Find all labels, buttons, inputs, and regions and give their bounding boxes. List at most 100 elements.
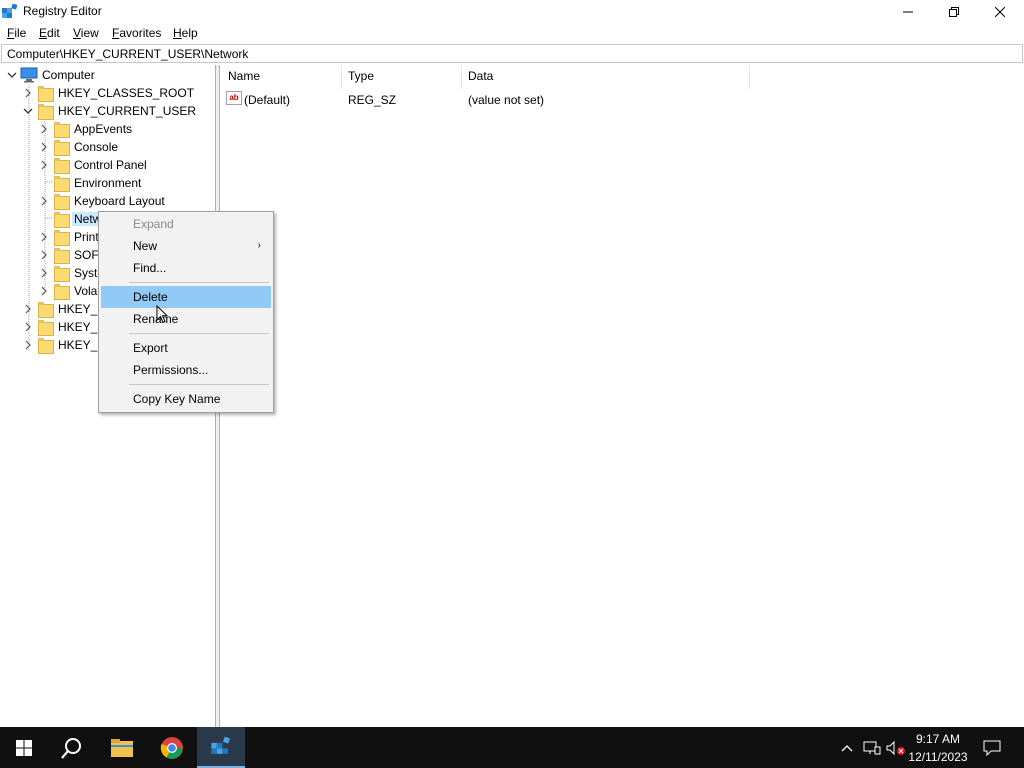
folder-icon: [54, 176, 70, 192]
tree-item-control-panel[interactable]: Control Panel: [0, 156, 215, 174]
folder-icon: [54, 158, 70, 174]
window-title: Registry Editor: [23, 4, 102, 18]
column-divider[interactable]: [461, 65, 462, 89]
chevron-right-icon[interactable]: [23, 322, 33, 332]
chevron-right-icon[interactable]: [39, 268, 49, 278]
title-bar: Registry Editor: [0, 0, 1024, 23]
tree-item-appevents[interactable]: AppEvents: [0, 120, 215, 138]
chevron-right-icon[interactable]: [23, 304, 33, 314]
notifications-icon[interactable]: [978, 727, 1006, 768]
minimize-button[interactable]: [885, 0, 931, 23]
tree-item-hkey-current-user[interactable]: HKEY_CURRENT_USER: [0, 102, 215, 120]
menu-item-expand[interactable]: Expand: [101, 213, 271, 235]
file-explorer-icon: [111, 738, 133, 757]
address-bar[interactable]: Computer\HKEY_CURRENT_USER\Network: [1, 44, 1023, 63]
clock-date: 12/11/2023: [908, 750, 968, 764]
menu-item-export[interactable]: Export: [101, 337, 271, 359]
value-type: REG_SZ: [348, 93, 397, 107]
clock-time: 9:17 AM: [915, 732, 961, 746]
minimize-icon: [903, 11, 913, 12]
menu-file[interactable]: File: [7, 26, 26, 40]
folder-icon: [54, 230, 70, 246]
tree-label: Keyboard Layout: [74, 194, 165, 208]
chevron-right-icon[interactable]: [39, 196, 49, 206]
chevron-down-icon[interactable]: [23, 106, 33, 116]
folder-icon: [38, 338, 54, 354]
column-header-data[interactable]: Data: [468, 69, 493, 87]
tree-label: Control Panel: [74, 158, 147, 172]
start-button[interactable]: [0, 727, 48, 768]
folder-icon: [38, 302, 54, 318]
column-header-name[interactable]: Name: [228, 69, 260, 87]
menu-item-copy-key-name[interactable]: Copy Key Name: [101, 388, 271, 410]
menu-item-label: New: [133, 239, 158, 253]
menu-item-new[interactable]: New ›: [101, 235, 271, 257]
chevron-right-icon[interactable]: [39, 232, 49, 242]
chevron-right-icon[interactable]: [39, 250, 49, 260]
chrome-button[interactable]: [148, 727, 196, 768]
tree-label: Console: [74, 140, 119, 154]
folder-icon: [54, 266, 70, 282]
menu-item-permissions[interactable]: Permissions...: [101, 359, 271, 381]
chevron-right-icon[interactable]: [39, 160, 49, 170]
menu-view[interactable]: View: [73, 26, 99, 40]
tree-label: HKEY_CLASSES_ROOT: [58, 86, 195, 100]
registry-editor-taskbar-button[interactable]: [197, 727, 245, 768]
tree-item-computer[interactable]: Computer: [0, 66, 215, 84]
folder-icon: [38, 86, 54, 102]
string-value-icon: ab: [226, 91, 242, 105]
menu-favorites[interactable]: Favorites: [112, 26, 161, 40]
chevron-up-icon[interactable]: [838, 727, 856, 768]
windows-start-icon: [16, 739, 32, 756]
file-explorer-button[interactable]: [98, 727, 146, 768]
registry-editor-icon: [2, 4, 18, 18]
tree-item-hkey-classes-root[interactable]: HKEY_CLASSES_ROOT: [0, 84, 215, 102]
folder-icon: [38, 320, 54, 336]
menu-edit[interactable]: Edit: [39, 26, 60, 40]
tree-label: HKEY_CURRENT_USER: [58, 104, 197, 118]
chevron-down-icon[interactable]: [7, 70, 17, 80]
tree-item-environment[interactable]: Environment: [0, 174, 215, 192]
folder-icon: [54, 194, 70, 210]
search-icon: [61, 737, 81, 759]
tree-label: Computer: [42, 68, 95, 82]
submenu-arrow-icon: ›: [257, 240, 261, 251]
network-icon[interactable]: [861, 727, 883, 768]
menu-separator: [129, 333, 269, 334]
chevron-right-icon[interactable]: [23, 340, 33, 350]
value-name: (Default): [244, 93, 291, 107]
column-header-type[interactable]: Type: [348, 69, 374, 87]
folder-icon: [54, 140, 70, 156]
restore-icon: [949, 6, 959, 17]
computer-icon: [20, 67, 38, 83]
folder-icon: [54, 248, 70, 264]
tree-label: Environment: [74, 176, 142, 190]
chevron-right-icon[interactable]: [23, 88, 33, 98]
menu-help[interactable]: Help: [173, 26, 198, 40]
chevron-right-icon[interactable]: [39, 142, 49, 152]
folder-icon: [54, 122, 70, 138]
menu-separator: [129, 384, 269, 385]
column-divider[interactable]: [749, 65, 750, 89]
column-divider[interactable]: [341, 65, 342, 89]
values-list[interactable]: Name Type Data ab (Default) REG_SZ (valu…: [221, 65, 1024, 727]
close-button[interactable]: [977, 0, 1023, 23]
restore-button[interactable]: [931, 0, 977, 23]
menu-item-rename[interactable]: Rename: [101, 308, 271, 330]
search-button[interactable]: [48, 727, 96, 768]
tree-label: Print: [74, 230, 99, 244]
context-menu: Expand New › Find... Delete Rename Expor…: [98, 211, 274, 413]
folder-open-icon: [38, 104, 54, 120]
tree-item-keyboard-layout[interactable]: Keyboard Layout: [0, 192, 215, 210]
chrome-icon: [160, 736, 183, 759]
menu-bar: File Edit View Favorites Help: [0, 23, 1024, 43]
chevron-right-icon[interactable]: [39, 286, 49, 296]
chevron-right-icon[interactable]: [39, 124, 49, 134]
folder-icon: [54, 212, 70, 228]
tree-label: Volat: [74, 284, 101, 298]
taskbar: 9:17 AM 12/11/2023: [0, 727, 1024, 768]
tree-item-console[interactable]: Console: [0, 138, 215, 156]
menu-item-delete[interactable]: Delete: [101, 286, 271, 308]
menu-item-find[interactable]: Find...: [101, 257, 271, 279]
menu-separator: [129, 282, 269, 283]
